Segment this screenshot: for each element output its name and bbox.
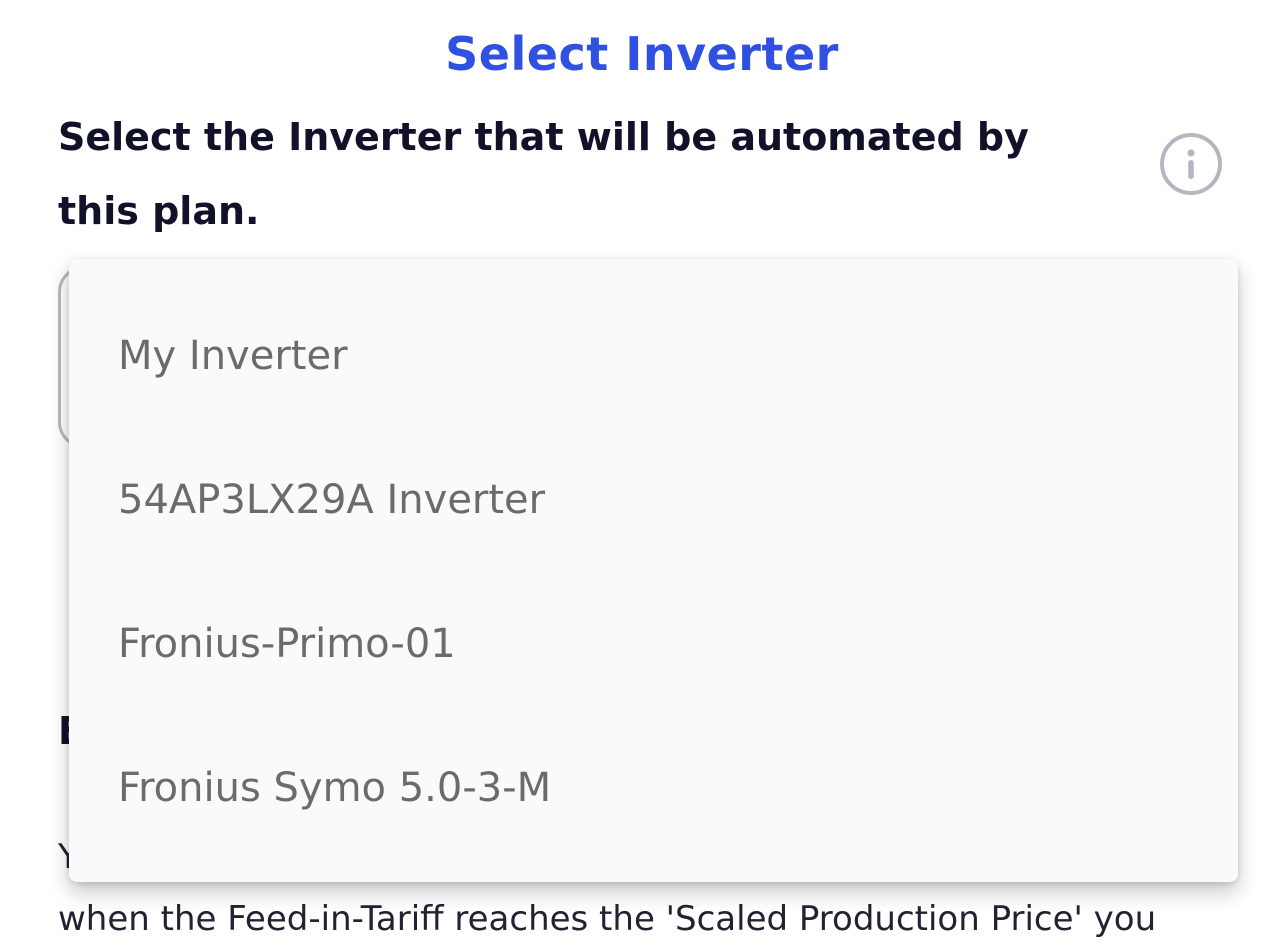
dropdown-option-fronius-primo-01[interactable]: Fronius-Primo-01 — [69, 572, 1238, 716]
info-button[interactable] — [1160, 133, 1222, 195]
info-circle-icon — [1187, 149, 1195, 179]
description-line: when the Feed-in-Tariff reaches the 'Sca… — [58, 899, 1157, 939]
dropdown-option-my-inverter[interactable]: My Inverter — [69, 284, 1238, 428]
inverter-dropdown-menu: My Inverter 54AP3LX29A Inverter Fronius-… — [69, 259, 1238, 882]
instruction-line: Select the Inverter that will be automat… — [58, 115, 1029, 159]
dropdown-option-54ap3lx29a-inverter[interactable]: 54AP3LX29A Inverter — [69, 428, 1238, 572]
dropdown-option-fronius-symo[interactable]: Fronius Symo 5.0-3-M — [69, 716, 1238, 860]
instruction-line: this plan. — [58, 189, 260, 233]
dropdown-options: My Inverter 54AP3LX29A Inverter Fronius-… — [69, 259, 1238, 860]
instruction-text: Select the Inverter that will be automat… — [58, 100, 1058, 248]
page-title: Select Inverter — [445, 27, 839, 81]
page: Select Inverter Select the Inverter that… — [0, 0, 1284, 946]
